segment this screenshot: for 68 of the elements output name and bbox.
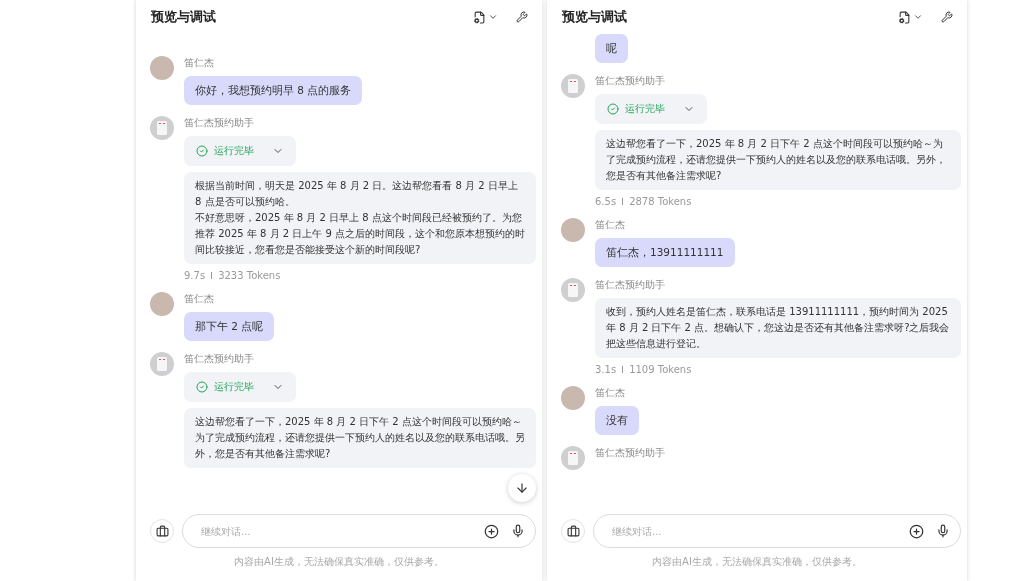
check-circle-icon (607, 103, 619, 115)
file-settings-icon (473, 10, 486, 24)
sender-name: 笛仁杰预约助手 (184, 352, 254, 366)
plus-circle-icon (484, 523, 499, 539)
file-settings-icon (898, 10, 911, 24)
assistant-avatar (561, 446, 585, 470)
plus-circle-icon (909, 523, 924, 539)
response-time: 9.7s (184, 270, 206, 281)
user-message: 呢 (595, 34, 628, 63)
add-button[interactable] (484, 523, 499, 539)
sender-name: 笛仁杰预约助手 (184, 116, 254, 130)
sender-name: 笛仁杰预约助手 (595, 278, 665, 292)
assistant-avatar (561, 278, 585, 302)
document-settings-dropdown[interactable] (473, 10, 498, 24)
user-avatar (561, 386, 585, 410)
user-message: 你好，我想预约明早 8 点的服务 (184, 76, 363, 105)
assistant-message: 这边帮您看了一下，2025 年 8 月 2 日下午 2 点这个时间段可以预约哈～为了完成预约流程，还请您提供一下预约人的姓名以及您的联系电话哦。另外，您是否有其他备注需求呢? (184, 408, 536, 468)
wrench-button[interactable] (516, 11, 528, 23)
sender-name: 笛仁杰 (184, 292, 214, 306)
chevron-down-icon (488, 12, 498, 22)
response-time: 3.1s (595, 364, 617, 375)
run-status-toggle[interactable]: 运行完毕 (595, 94, 707, 124)
run-status-toggle[interactable]: 运行完毕 (184, 136, 296, 166)
panel-title: 预览与调试 (151, 8, 216, 26)
briefcase-icon (155, 524, 169, 538)
document-settings-dropdown[interactable] (898, 10, 923, 24)
user-message: 笛仁杰，13911111111 (595, 238, 735, 267)
disclaimer-text: 内容由AI生成，无法确保真实准确，仅供参考。 (233, 555, 445, 569)
sender-name: 笛仁杰 (595, 386, 625, 400)
scroll-down-button[interactable] (508, 474, 536, 502)
wrench-icon (516, 11, 528, 23)
briefcase-button[interactable] (150, 519, 174, 543)
check-circle-icon (196, 381, 208, 393)
token-count: 1109 Tokens (629, 364, 692, 375)
response-time: 6.5s (595, 196, 617, 207)
assistant-message: 收到，预约人姓名是笛仁杰，联系电话是 13911111111，预约时间为 2025 年 8 月 2 日下午 2 点。想确认下，您这边是否还有其他备注需求呀?之后我会把这些信息进行登记。 (595, 298, 961, 358)
check-circle-icon (196, 145, 208, 157)
token-count: 3233 Tokens (218, 270, 281, 281)
microphone-icon (511, 524, 525, 538)
assistant-avatar (150, 116, 174, 140)
panel-title: 预览与调试 (562, 8, 627, 26)
wrench-button[interactable] (941, 11, 953, 23)
assistant-message: 这边帮您看了一下，2025 年 8 月 2 日下午 2 点这个时间段可以预约哈～为了完成预约流程，还请您提供一下预约人的姓名以及您的联系电话哦。另外，您是否有其他备注需求呢? (595, 130, 961, 190)
chat-input-field[interactable]: 继续对话... (610, 524, 897, 538)
sender-name: 笛仁杰 (595, 218, 625, 232)
sender-name: 笛仁杰预约助手 (595, 446, 665, 460)
assistant-avatar (150, 352, 174, 376)
user-avatar (150, 292, 174, 316)
user-message: 没有 (595, 406, 639, 435)
microphone-icon (936, 524, 950, 538)
user-avatar (561, 218, 585, 242)
disclaimer-text: 内容由AI生成，无法确保真实准确，仅供参考。 (651, 555, 863, 569)
microphone-button[interactable] (511, 524, 525, 538)
wrench-icon (941, 11, 953, 23)
assistant-message: 根据当前时间，明天是 2025 年 8 月 2 日。这边帮您看看 8 月 2 日早上 8 点是否可以预约哈。 不好意思呀，2025 年 8 月 2 日早上 8 点这个时间段已经被预约了。为您推荐 2025 年 8 月 2 日上午 9 点之后的时间段，这个和您原本想预约的时间比较接近，您看您是否能接受这个新的时间段呢? (184, 172, 536, 264)
user-avatar (150, 56, 174, 80)
run-status-toggle[interactable]: 运行完毕 (184, 372, 296, 402)
briefcase-icon (566, 524, 580, 538)
chat-input-field[interactable]: 继续对话... (199, 524, 472, 538)
chevron-down-icon (913, 12, 923, 22)
sender-name: 笛仁杰预约助手 (595, 74, 665, 88)
microphone-button[interactable] (936, 524, 950, 538)
sender-name: 笛仁杰 (184, 56, 214, 70)
token-count: 2878 Tokens (629, 196, 692, 207)
add-button[interactable] (909, 523, 924, 539)
assistant-avatar (561, 74, 585, 98)
user-message: 那下午 2 点呢 (184, 312, 275, 341)
briefcase-button[interactable] (561, 519, 585, 543)
